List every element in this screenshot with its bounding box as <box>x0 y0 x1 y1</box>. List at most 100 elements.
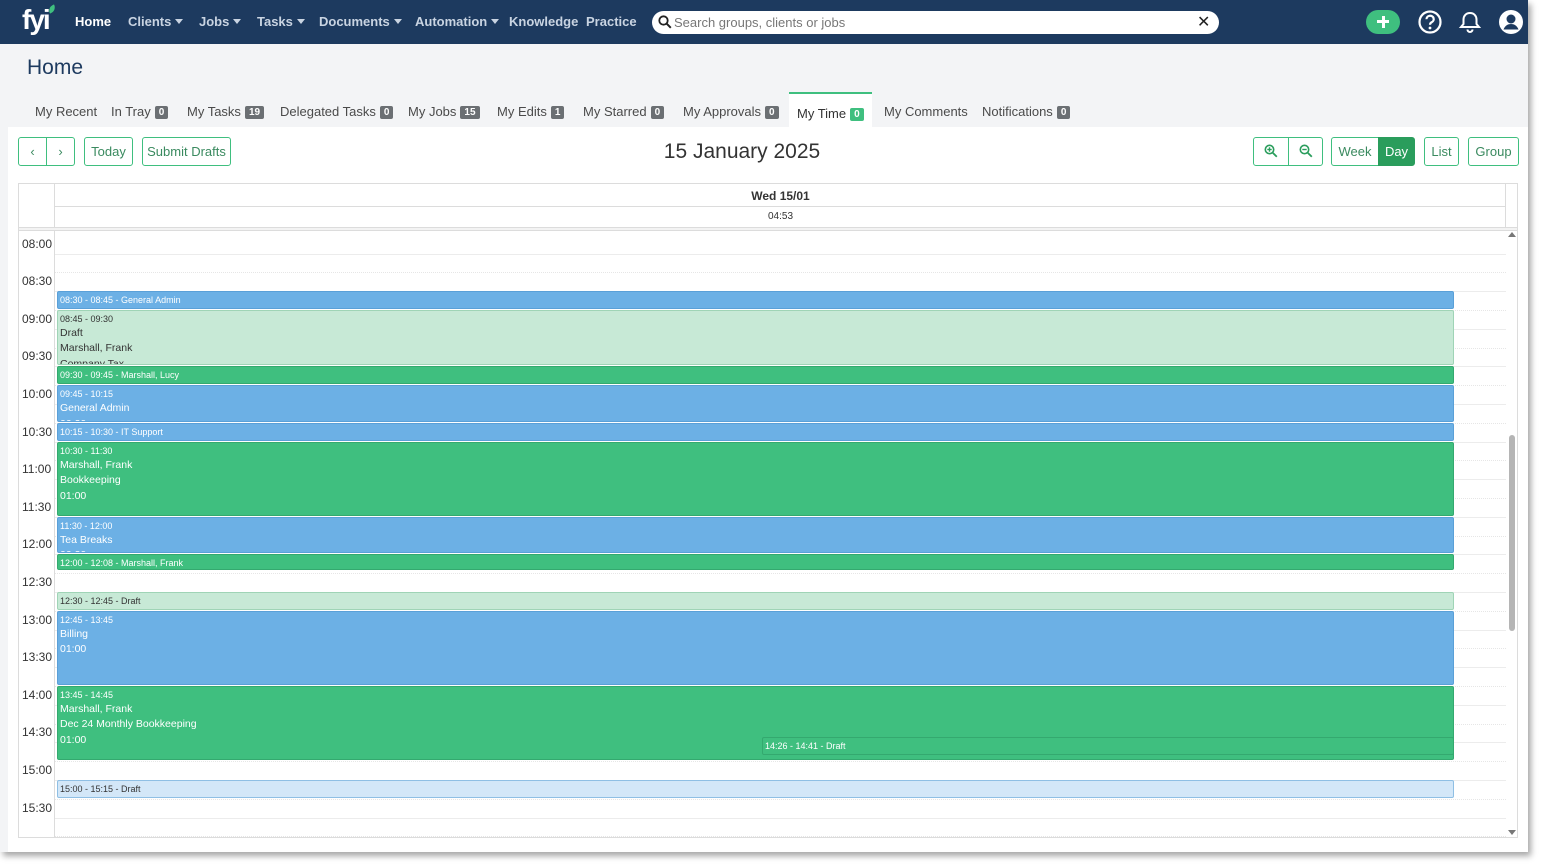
event-detail-line: Marshall, Frank <box>60 702 133 715</box>
notification-bell-icon[interactable] <box>1457 9 1483 35</box>
next-day-button[interactable]: › <box>46 137 75 166</box>
header-gutter <box>19 184 55 228</box>
nav-automation[interactable]: Automation <box>415 14 500 29</box>
calendar-scrollbar[interactable] <box>1506 230 1518 838</box>
list-view-button[interactable]: List <box>1424 137 1459 166</box>
time-slot-half-line[interactable] <box>55 761 1506 763</box>
time-slot-label: 08:30 <box>22 274 53 289</box>
zoom-out-button[interactable] <box>1288 137 1323 166</box>
nav-home[interactable]: Home <box>75 14 111 29</box>
event-time-range: 11:30 - 12:00 <box>60 520 113 531</box>
time-entry-event[interactable]: 10:30 - 11:30 Marshall, Frank Bookkeeping 0… <box>57 441 1454 516</box>
time-entry-event[interactable]: 09:45 - 10:15 General Admin 00:30 <box>57 385 1454 422</box>
time-slot-line[interactable] <box>55 253 1506 255</box>
tab-in-tray[interactable]: In Tray 0 <box>111 104 169 119</box>
chevron-down-icon <box>175 19 184 24</box>
zoom-in-button[interactable] <box>1253 137 1289 166</box>
nav-clients[interactable]: Clients <box>128 14 184 29</box>
scrollbar-thumb[interactable] <box>1509 435 1515 631</box>
tab-my-comments[interactable]: My Comments <box>884 104 968 119</box>
zoom-in-icon <box>1264 144 1278 158</box>
top-navigation-bar: fyi Home Clients Jobs Tasks Documents Au… <box>0 0 1528 44</box>
search-input[interactable] <box>674 13 1194 32</box>
event-detail-line: 01:00 <box>60 489 87 502</box>
time-entry-event[interactable]: 08:45 - 09:30 Draft Marshall, Frank Company… <box>57 309 1454 366</box>
count-badge: 0 <box>850 108 864 121</box>
time-slot-half-line[interactable] <box>55 836 1506 837</box>
event-detail-line: Bookkeeping <box>60 474 121 487</box>
time-entry-event[interactable]: 12:00 - 12:08 - Marshall, Frank <box>57 554 1454 571</box>
time-entry-event[interactable]: 08:30 - 08:45 - General Admin <box>57 291 1454 309</box>
event-detail-line: Tea Breaks <box>60 533 113 546</box>
tab-my-starred[interactable]: My Starred 0 <box>583 104 665 119</box>
nav-jobs[interactable]: Jobs <box>199 14 242 29</box>
nav-documents[interactable]: Documents <box>319 14 402 29</box>
time-slot-half-line[interactable] <box>55 272 1506 274</box>
tab-label: My Jobs <box>408 104 457 119</box>
fyi-logo[interactable]: fyi <box>22 4 58 38</box>
time-entry-event[interactable]: 12:30 - 12:45 - Draft <box>57 591 1454 610</box>
event-detail-line: Company Tax <box>60 357 125 366</box>
time-entry-event[interactable]: 15:00 - 15:15 - Draft <box>57 779 1454 798</box>
group-view-button[interactable]: Group <box>1468 137 1519 166</box>
global-search[interactable]: ✕ <box>652 11 1219 34</box>
time-slot-label: 11:30 <box>22 499 52 514</box>
scroll-up-arrow-icon[interactable] <box>1508 232 1516 237</box>
add-new-button[interactable] <box>1366 10 1400 34</box>
tab-notifications[interactable]: Notifications 0 <box>982 104 1071 119</box>
submit-drafts-button[interactable]: Submit Drafts <box>142 137 231 166</box>
time-entry-event[interactable]: 10:15 - 10:30 - IT Support <box>57 422 1454 441</box>
event-detail-line: Draft <box>60 326 83 339</box>
tab-label: My Recent <box>35 104 98 119</box>
time-slot-line[interactable] <box>55 817 1506 819</box>
nav-tasks[interactable]: Tasks <box>257 14 305 29</box>
app-window: fyi Home Clients Jobs Tasks Documents Au… <box>0 0 1528 852</box>
event-detail-line: 00:30 <box>60 417 1451 421</box>
tab-my-recent[interactable]: My Recent <box>35 104 97 119</box>
count-badge: 15 <box>460 106 480 119</box>
help-icon[interactable] <box>1417 9 1443 35</box>
tab-delegated-tasks[interactable]: Delegated Tasks 0 <box>280 104 394 119</box>
event-time-range: 12:30 - 12:45 - Draft <box>60 595 141 606</box>
event-detail-line: Billing <box>60 627 89 640</box>
time-slot-label: 10:00 <box>22 386 53 401</box>
count-badge: 0 <box>379 106 394 119</box>
day-view-button[interactable]: Day <box>1378 137 1415 166</box>
nav-knowledge[interactable]: Knowledge <box>509 14 578 29</box>
event-time-range: 12:45 - 13:45 <box>60 614 114 625</box>
event-detail-line: Dec 24 Monthly Bookkeeping <box>60 718 197 731</box>
time-entry-event[interactable]: 11:30 - 12:00 Tea Breaks 00:30 <box>57 516 1454 554</box>
week-view-button[interactable]: Week <box>1331 137 1379 166</box>
count-badge: 0 <box>154 106 169 119</box>
time-slot-label: 10:30 <box>22 424 53 439</box>
nav-clients-label: Clients <box>128 14 172 29</box>
time-slot-half-line[interactable] <box>55 798 1506 800</box>
time-gutter-divider <box>54 231 55 837</box>
zoom-out-icon <box>1299 144 1312 158</box>
close-icon[interactable]: ✕ <box>1197 14 1211 30</box>
tab-label: In Tray <box>111 104 151 119</box>
count-badge: 0 <box>1056 106 1071 119</box>
tab-my-edits[interactable]: My Edits 1 <box>497 104 565 119</box>
tab-my-tasks[interactable]: My Tasks 19 <box>187 104 265 119</box>
tab-my-time[interactable]: My Time 0 <box>789 92 872 128</box>
chevron-down-icon <box>296 19 305 24</box>
page-title: Home <box>27 56 84 79</box>
time-slot-half-line[interactable] <box>55 573 1506 575</box>
event-detail-line: 01:00 <box>60 643 87 656</box>
user-avatar-icon[interactable] <box>1498 9 1524 35</box>
prev-day-button[interactable]: ‹ <box>18 137 47 166</box>
time-entry-event[interactable]: 12:45 - 13:45 Billing 01:00 <box>57 610 1454 685</box>
time-entry-event[interactable]: 14:26 - 14:41 - Draft <box>762 737 1454 756</box>
today-button[interactable]: Today <box>84 137 133 166</box>
tab-my-jobs[interactable]: My Jobs 15 <box>408 104 480 119</box>
time-entry-event[interactable]: 09:30 - 09:45 - Marshall, Lucy <box>57 366 1454 385</box>
time-slot-label: 14:30 <box>22 725 53 740</box>
time-slot-label: 13:30 <box>22 650 53 665</box>
day-column-header[interactable]: Wed 15/01 <box>55 189 1506 203</box>
nav-practice[interactable]: Practice <box>586 14 637 29</box>
event-time-range: 12:00 - 12:08 - Marshall, Frank <box>60 558 184 569</box>
tab-my-approvals[interactable]: My Approvals 0 <box>683 104 779 119</box>
scroll-down-arrow-icon[interactable] <box>1508 830 1516 835</box>
tab-label: Notifications <box>982 104 1053 119</box>
